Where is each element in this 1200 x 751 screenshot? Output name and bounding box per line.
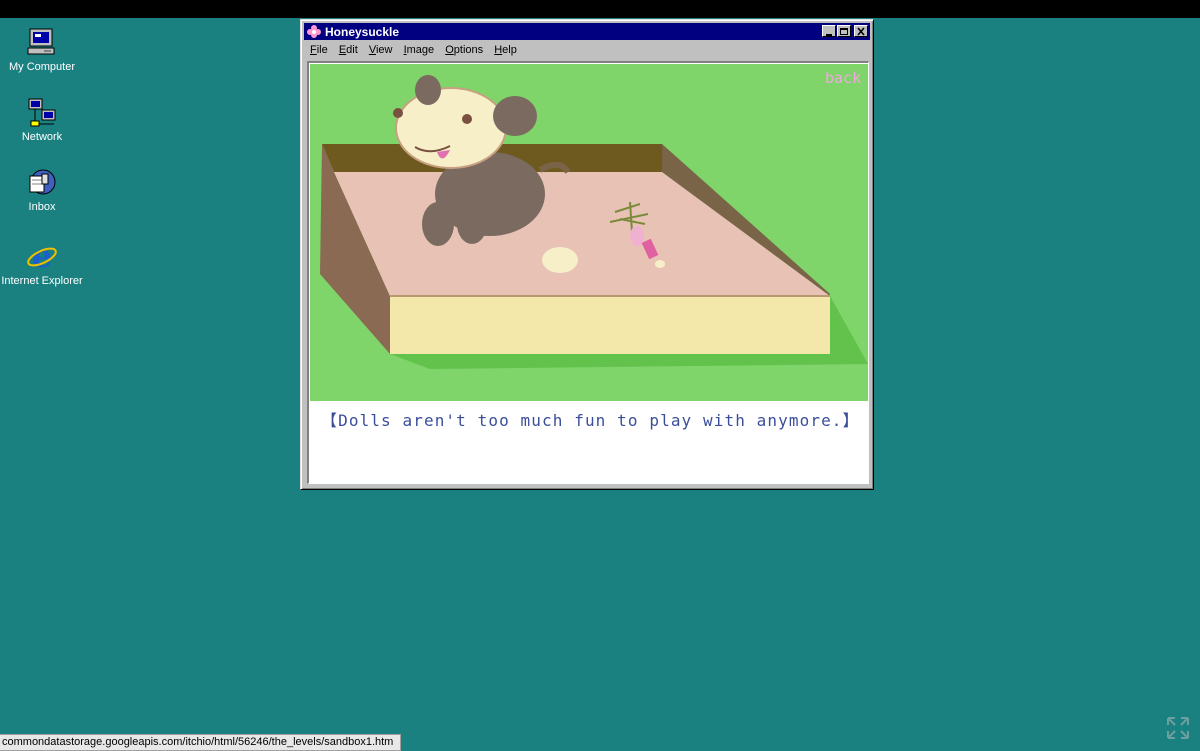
top-bar [0, 0, 1200, 18]
desktop-icon-my-computer[interactable]: My Computer [0, 26, 84, 73]
fullscreen-button[interactable] [1166, 716, 1190, 745]
menu-view[interactable]: View [369, 41, 393, 59]
menu-edit[interactable]: Edit [339, 41, 358, 59]
minimize-icon [826, 34, 832, 36]
maximize-icon [840, 28, 848, 35]
desktop-icon-network[interactable]: Network [0, 96, 84, 143]
desktop-icon-label: Internet Explorer [1, 275, 83, 287]
internet-explorer-icon: e [27, 240, 57, 272]
fullscreen-icon [1167, 717, 1189, 739]
menu-image[interactable]: Image [404, 41, 435, 59]
sandbox-scene[interactable] [310, 64, 869, 401]
my-computer-icon [27, 28, 55, 55]
desktop-icon-label: Network [21, 131, 63, 143]
desktop-icon-internet-explorer[interactable]: e Internet Explorer [0, 240, 84, 287]
dialogue-text: 【Dolls aren't too much fun to play with … [321, 411, 860, 430]
back-link[interactable]: back [825, 69, 861, 87]
game-area: back 【Dolls aren't too much fun to play … [307, 61, 869, 484]
desktop-icon-inbox[interactable]: Inbox [0, 166, 84, 213]
network-icon [28, 98, 56, 127]
menu-bar: File Edit View Image Options Help [305, 41, 869, 59]
inbox-icon [29, 169, 56, 195]
window-title: Honeysuckle [325, 25, 400, 39]
desktop-icon-label: My Computer [8, 61, 76, 73]
title-bar[interactable]: Honeysuckle [304, 23, 870, 40]
flower-icon [307, 25, 321, 38]
status-url: commondatastorage.googleapis.com/itchio/… [0, 734, 401, 751]
close-button[interactable] [854, 25, 868, 37]
menu-help[interactable]: Help [494, 41, 517, 59]
close-icon [857, 27, 865, 36]
svg-text:e: e [32, 240, 52, 272]
menu-file[interactable]: File [310, 41, 328, 59]
minimize-button[interactable] [822, 25, 836, 37]
maximize-button[interactable] [837, 25, 851, 37]
honeysuckle-window: Honeysuckle File Edit View Image Options… [300, 19, 874, 490]
menu-options[interactable]: Options [445, 41, 483, 59]
desktop-icon-label: Inbox [28, 201, 56, 213]
